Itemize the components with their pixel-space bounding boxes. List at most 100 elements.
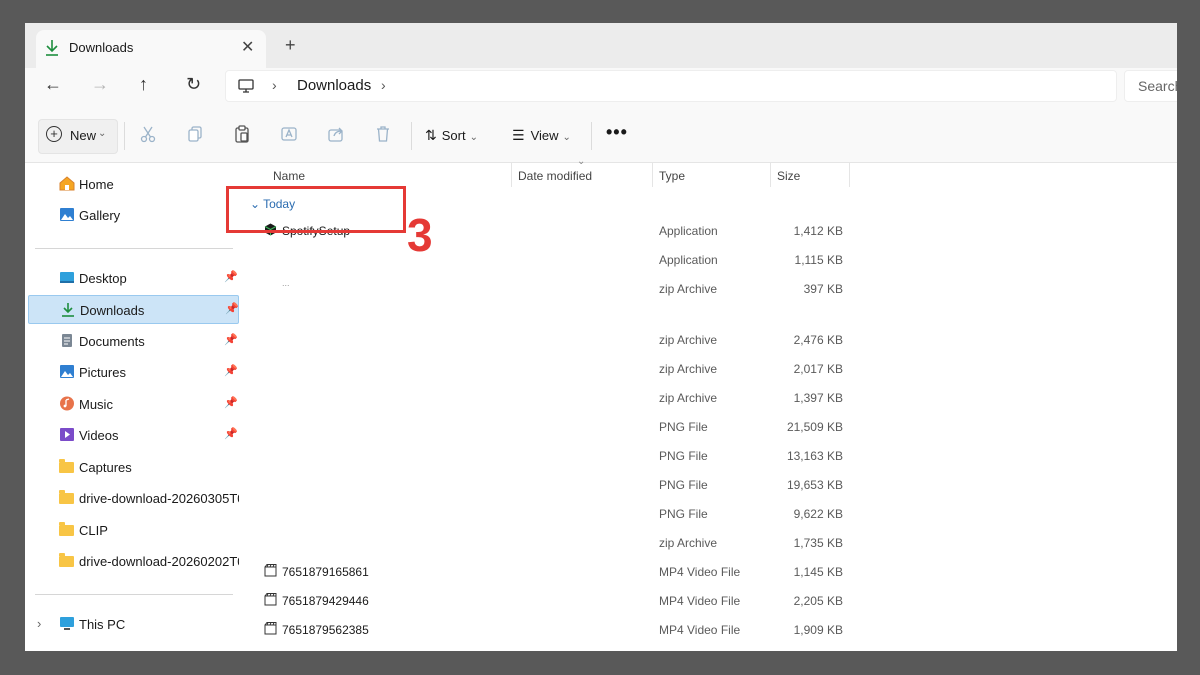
file-type: zip Archive [659, 536, 718, 550]
file-row-video[interactable]: 7651879562385 MP4 Video File 1,909 KB [243, 615, 1177, 644]
file-size: 1,909 KB [793, 623, 843, 637]
new-button[interactable]: + New ⌄ [38, 119, 118, 154]
sidebar-item-label: drive-download-20260305T062 [79, 491, 239, 506]
file-size: 21,509 KB [786, 420, 843, 434]
column-separator[interactable] [770, 163, 771, 187]
videos-icon [60, 428, 74, 441]
paste-icon[interactable] [233, 125, 251, 143]
file-row[interactable]: PNG File 21,509 KB [243, 412, 1177, 441]
sidebar-item-pictures[interactable]: Pictures 📌 [28, 358, 239, 387]
pin-icon[interactable]: 📌 [225, 302, 239, 315]
sidebar-item-this-pc[interactable]: › This PC [28, 610, 239, 639]
gallery-icon [60, 208, 74, 221]
sidebar-item-gallery[interactable]: Gallery [28, 201, 239, 230]
sidebar-item-videos[interactable]: Videos 📌 [28, 421, 239, 450]
back-button[interactable]: ← [44, 74, 62, 95]
file-size: 19,653 KB [786, 478, 843, 492]
file-row-video[interactable]: 7651879429446 MP4 Video File 2,205 KB [243, 586, 1177, 615]
new-tab-button[interactable]: + [285, 35, 296, 56]
sidebar-item-label: Captures [79, 460, 132, 475]
video-file-icon [264, 622, 277, 635]
cut-icon[interactable] [139, 125, 157, 143]
sort-label: Sort [441, 128, 466, 143]
chevron-down-icon: ⌄ [469, 132, 478, 143]
file-row[interactable]: zip Archive 1,735 KB [243, 528, 1177, 557]
copy-icon[interactable] [186, 125, 204, 143]
file-row[interactable]: PNG File 9,622 KB [243, 499, 1177, 528]
file-row[interactable]: zip Archive 2,476 KB [243, 325, 1177, 354]
pin-icon[interactable]: 📌 [224, 364, 238, 377]
column-header-name[interactable]: Name [273, 169, 305, 183]
sidebar-item-downloads[interactable]: Downloads 📌 [28, 295, 239, 324]
annotation-step-number: 3 [407, 209, 433, 261]
more-options-button[interactable]: ••• [606, 122, 628, 143]
file-size: 1,115 KB [794, 253, 843, 267]
tab-downloads[interactable]: Downloads ✕ [36, 30, 266, 68]
view-label: View [530, 128, 559, 143]
chevron-down-icon: ⌄ [562, 132, 571, 143]
sidebar-item-documents[interactable]: Documents 📌 [28, 327, 239, 356]
sidebar-item-label: Home [79, 177, 114, 192]
chevron-right-icon[interactable]: › [37, 616, 41, 631]
documents-icon [62, 334, 72, 347]
view-button[interactable]: ☰ View ⌄ [512, 127, 571, 144]
folder-icon [59, 553, 74, 567]
file-size: 2,476 KB [793, 333, 843, 347]
share-icon[interactable] [327, 125, 345, 143]
close-tab-icon[interactable]: ✕ [241, 37, 254, 57]
file-type: Application [659, 253, 718, 267]
refresh-button[interactable]: ↻ [186, 74, 201, 95]
search-box[interactable]: Search [1124, 70, 1177, 102]
file-row[interactable]: zip Archive 2,017 KB [243, 354, 1177, 383]
file-name: 7651879562385 [282, 623, 369, 637]
column-separator[interactable] [652, 163, 653, 187]
sidebar-item-clip[interactable]: CLIP [28, 516, 239, 545]
sidebar-item-home[interactable]: Home [28, 170, 239, 199]
column-separator[interactable] [849, 163, 850, 187]
sidebar-item-label: drive-download-20260202T090 [79, 554, 239, 569]
file-row[interactable]: Application 1,115 KB [243, 245, 1177, 274]
file-size: 397 KB [803, 282, 843, 296]
pin-icon[interactable]: 📌 [224, 270, 238, 283]
up-button[interactable]: ↑ [139, 74, 148, 95]
file-row-video[interactable]: 7651879165861 MP4 Video File 1,145 KB [243, 557, 1177, 586]
column-header-size[interactable]: Size [777, 169, 800, 183]
breadcrumb-separator[interactable]: › [272, 77, 277, 93]
video-file-icon [264, 593, 277, 606]
forward-button[interactable]: → [91, 74, 109, 95]
column-separator[interactable] [511, 163, 512, 187]
address-bar[interactable]: › Downloads › [225, 70, 1117, 102]
breadcrumb-separator[interactable]: › [381, 77, 386, 93]
navigation-bar: ← → ↑ ↻ › Downloads › Search [25, 68, 1177, 108]
file-row[interactable]: PNG File 13,163 KB [243, 441, 1177, 470]
sidebar-item-label: Gallery [79, 208, 121, 223]
file-row[interactable]: PNG File 19,653 KB [243, 470, 1177, 499]
sidebar-item-desktop[interactable]: Desktop 📌 [28, 264, 239, 293]
sort-button[interactable]: ⇅ Sort ⌄ [425, 127, 478, 144]
sidebar-item-drive-download-2[interactable]: drive-download-20260202T090 [28, 547, 239, 576]
delete-icon[interactable] [374, 125, 392, 143]
sidebar-item-label: Pictures [79, 365, 126, 380]
column-header-date-modified[interactable]: Date modified [518, 169, 592, 183]
sidebar-item-label: Videos [79, 428, 119, 443]
sidebar-item-drive-download-1[interactable]: drive-download-20260305T062 [28, 484, 239, 513]
sidebar-item-music[interactable]: Music 📌 [28, 390, 239, 419]
file-size: 9,622 KB [793, 507, 843, 521]
file-row[interactable]: ... zip Archive 397 KB [243, 274, 1177, 303]
plus-icon: + [46, 126, 62, 142]
column-header-type[interactable]: Type [659, 169, 685, 183]
toolbar-divider [124, 122, 125, 150]
sidebar-item-label: Music [79, 397, 113, 412]
file-size: 2,017 KB [793, 362, 843, 376]
rename-icon[interactable] [280, 125, 298, 143]
sidebar-item-captures[interactable]: Captures [28, 453, 239, 482]
pin-icon[interactable]: 📌 [224, 396, 238, 409]
file-row[interactable]: zip Archive 1,397 KB [243, 383, 1177, 412]
file-type: PNG File [659, 507, 708, 521]
file-size: 1,397 KB [793, 391, 843, 405]
pin-icon[interactable]: 📌 [224, 333, 238, 346]
breadcrumb-downloads[interactable]: Downloads [297, 77, 371, 94]
home-icon [59, 176, 75, 191]
tab-label: Downloads [69, 40, 134, 55]
pin-icon[interactable]: 📌 [224, 427, 238, 440]
